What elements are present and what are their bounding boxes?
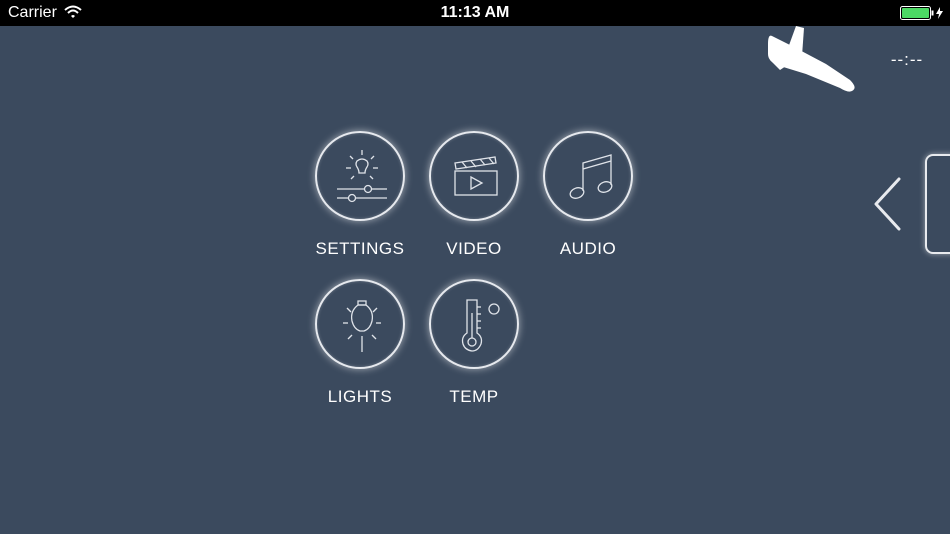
airplane-landing-icon bbox=[766, 26, 858, 101]
menu-item-video[interactable]: VIDEO bbox=[419, 131, 529, 271]
settings-sliders-icon bbox=[315, 131, 405, 221]
menu-item-label: TEMP bbox=[449, 387, 499, 406]
status-bar: Carrier 11:13 AM bbox=[0, 0, 950, 26]
thermometer-icon bbox=[429, 279, 519, 369]
flight-time-readout: --:-- bbox=[890, 50, 924, 69]
menu-item-audio[interactable]: AUDIO bbox=[533, 131, 643, 271]
menu-item-temp[interactable]: TEMP bbox=[419, 279, 529, 419]
menu-item-settings[interactable]: SETTINGS bbox=[305, 131, 415, 271]
lightbulb-icon bbox=[315, 279, 405, 369]
menu-item-label: AUDIO bbox=[559, 239, 617, 258]
menu-item-lights[interactable]: LIGHTS bbox=[305, 279, 415, 419]
menu-item-label: LIGHTS bbox=[327, 387, 393, 406]
status-time: 11:13 AM bbox=[440, 4, 510, 21]
side-drawer-handle[interactable] bbox=[925, 154, 950, 254]
music-note-icon bbox=[543, 131, 633, 221]
chevron-left-icon[interactable] bbox=[868, 174, 904, 239]
menu-item-label: VIDEO bbox=[446, 239, 502, 258]
battery-charging-icon bbox=[900, 6, 946, 25]
menu-item-label: SETTINGS bbox=[315, 239, 405, 258]
clapperboard-icon bbox=[429, 131, 519, 221]
